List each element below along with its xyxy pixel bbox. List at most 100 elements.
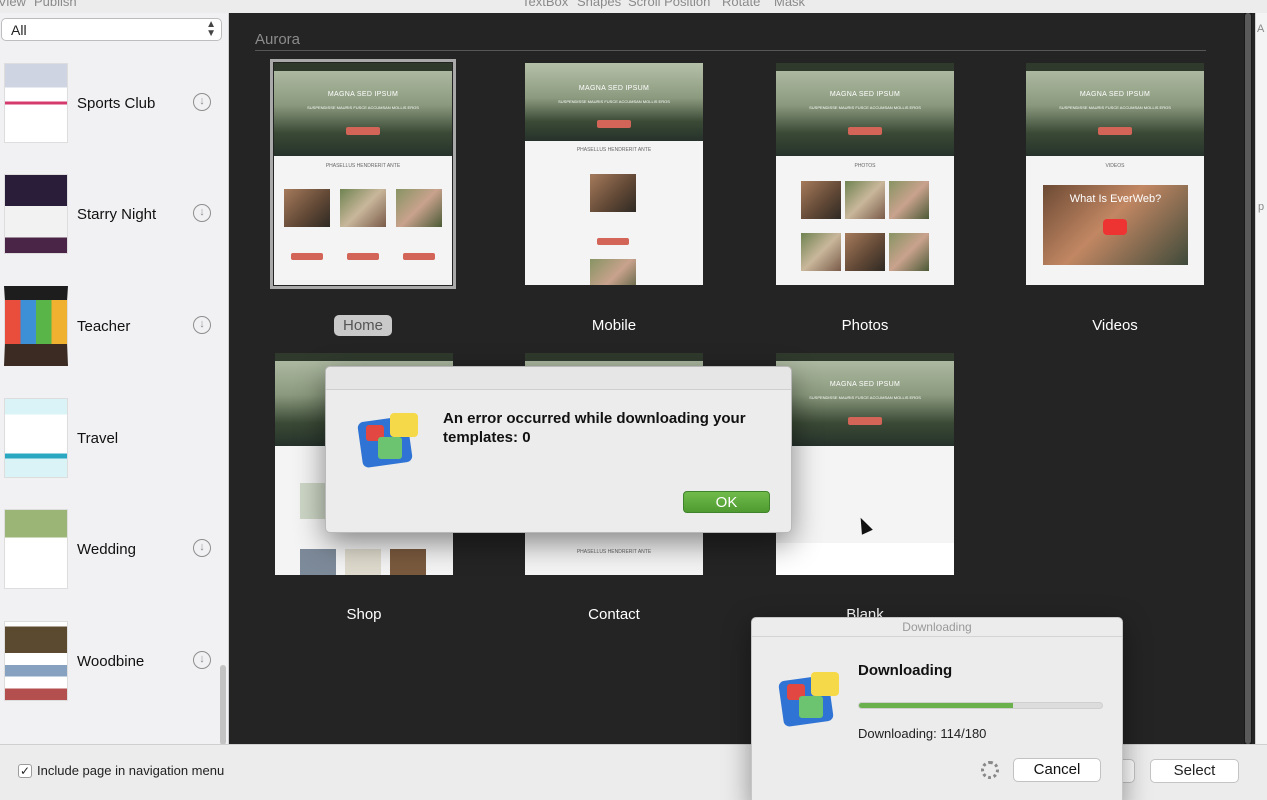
- thumb-hero-title: MAGNA SED IPSUM: [327, 91, 399, 98]
- spinner-icon: [981, 761, 999, 779]
- thumb-hero-subtitle: SUSPENDISSE MAURIS FUSCE ACCUMSAN MOLLIS…: [307, 105, 419, 110]
- thumb-photo: [345, 549, 381, 575]
- thumb-photo: [590, 259, 636, 285]
- page-thumb-home[interactable]: MAGNA SED IPSUM SUSPENDISSE MAURIS FUSCE…: [270, 59, 456, 289]
- include-nav-checkbox[interactable]: ✓: [18, 764, 32, 778]
- thumb-hero-title: MAGNA SED IPSUM: [578, 85, 650, 92]
- thumb-hero-subtitle: SUSPENDISSE MAURIS FUSCE ACCUMSAN MOLLIS…: [809, 105, 921, 110]
- download-arrow-icon[interactable]: ↓: [193, 204, 211, 222]
- download-status: Downloading: 114/180: [858, 726, 987, 741]
- template-thumbnail: [4, 286, 68, 366]
- sidebar-item-teacher[interactable]: Teacher ↓: [0, 286, 220, 386]
- play-icon: [1103, 219, 1127, 235]
- template-thumbnail: [4, 509, 68, 589]
- template-filter-select[interactable]: All ▲ ▼: [1, 18, 222, 41]
- template-thumbnail: [4, 621, 68, 701]
- thumb-hero: MAGNA SED IPSUM SUSPENDISSE MAURIS FUSCE…: [776, 63, 954, 156]
- inspector-edge-text-a: A: [1257, 23, 1265, 35]
- download-heading: Downloading: [858, 662, 953, 679]
- thumb-photo: [845, 181, 885, 219]
- thumb-hero-button: [848, 417, 882, 425]
- sidebar-item-travel[interactable]: Travel: [0, 398, 220, 498]
- thumb-hero-title: MAGNA SED IPSUM: [829, 381, 901, 388]
- menu-rotate[interactable]: Rotate: [722, 0, 760, 9]
- sidebar-item-sports-club[interactable]: Sports Club ↓: [0, 63, 220, 163]
- thumb-video-title: What Is EverWeb?: [1069, 193, 1162, 205]
- thumb-hero: MAGNA SED IPSUM SUSPENDISSE MAURIS FUSCE…: [525, 63, 703, 141]
- download-window: Downloading Downloading Downloading: 114…: [751, 617, 1123, 800]
- template-thumbnail: [4, 174, 68, 254]
- thumb-photo: [889, 233, 929, 271]
- main-scrollbar-thumb[interactable]: [1245, 13, 1251, 744]
- menu-mask[interactable]: Mask: [774, 0, 805, 9]
- thumb-button: [597, 238, 629, 245]
- sidebar-item-starry-night[interactable]: Starry Night ↓: [0, 174, 220, 274]
- menu-view[interactable]: View: [0, 0, 26, 9]
- sidebar-scrollbar[interactable]: [220, 665, 226, 744]
- thumb-photo: [340, 189, 386, 227]
- page-label-mobile[interactable]: Mobile: [525, 317, 703, 334]
- error-message: An error occurred while downloading your…: [443, 410, 746, 446]
- inspector-edge: A p: [1255, 13, 1267, 744]
- download-arrow-icon[interactable]: ↓: [193, 651, 211, 669]
- template-thumbnail: [4, 63, 68, 143]
- download-arrow-icon[interactable]: ↓: [193, 93, 211, 111]
- menu-bar: View Publish TextBox Shapes Scroll Posit…: [0, 0, 1267, 13]
- thumb-body-heading: PHASELLUS HENDRERIT ANTE: [325, 163, 401, 169]
- page-thumb-photos[interactable]: MAGNA SED IPSUM SUSPENDISSE MAURIS FUSCE…: [776, 63, 954, 285]
- thumb-hero-title: MAGNA SED IPSUM: [1079, 91, 1151, 98]
- page-label-shop[interactable]: Shop: [275, 606, 453, 623]
- thumb-button: [403, 253, 435, 260]
- thumb-body-heading: PHASELLUS HENDRERIT ANTE: [576, 549, 652, 555]
- download-progress-bar: [858, 702, 1103, 709]
- page-thumb-videos[interactable]: MAGNA SED IPSUM SUSPENDISSE MAURIS FUSCE…: [1026, 63, 1204, 285]
- template-sidebar: All ▲ ▼ Sports Club ↓ Starry Night ↓ Teac…: [0, 13, 229, 744]
- app-icon: [778, 670, 841, 730]
- thumb-nav: [776, 63, 954, 71]
- section-title: Aurora: [255, 31, 301, 48]
- menu-textbox[interactable]: TextBox: [522, 0, 568, 9]
- page-label-videos[interactable]: Videos: [1026, 317, 1204, 334]
- thumb-photo: [889, 181, 929, 219]
- app-icon: [357, 411, 420, 471]
- thumb-button: [347, 253, 379, 260]
- page-thumb-mobile[interactable]: MAGNA SED IPSUM SUSPENDISSE MAURIS FUSCE…: [525, 63, 703, 285]
- thumb-hero: MAGNA SED IPSUM SUSPENDISSE MAURIS FUSCE…: [1026, 63, 1204, 156]
- icon-yellow-tile: [390, 413, 418, 437]
- sidebar-item-wedding[interactable]: Wedding ↓: [0, 509, 220, 609]
- thumb-photo-row: [284, 189, 442, 277]
- download-arrow-icon[interactable]: ↓: [193, 539, 211, 557]
- cancel-button[interactable]: Cancel: [1013, 758, 1101, 782]
- thumb-hero-button: [597, 120, 631, 128]
- page-label-home[interactable]: Home: [274, 315, 452, 336]
- thumb-nav: [275, 353, 453, 361]
- menu-shapes[interactable]: Shapes: [577, 0, 621, 9]
- icon-green-tile: [378, 437, 402, 459]
- select-button[interactable]: Select: [1150, 759, 1239, 783]
- thumb-hero-title: MAGNA SED IPSUM: [829, 91, 901, 98]
- thumb-photo: [284, 189, 330, 227]
- menu-publish[interactable]: Publish: [34, 0, 77, 9]
- icon-green-tile: [799, 696, 823, 718]
- thumb-photo: [801, 233, 841, 271]
- download-window-title: Downloading: [752, 618, 1122, 637]
- thumb-nav: [1026, 63, 1204, 71]
- template-name: Wedding: [77, 541, 136, 558]
- icon-yellow-tile: [811, 672, 839, 696]
- main-scrollbar[interactable]: [1244, 13, 1252, 744]
- page-thumb-blank[interactable]: MAGNA SED IPSUM SUSPENDISSE MAURIS FUSCE…: [776, 353, 954, 575]
- sidebar-item-woodbine[interactable]: Woodbine ↓: [0, 621, 220, 721]
- menu-scroll-position[interactable]: Scroll Position: [628, 0, 710, 9]
- download-progress-fill: [859, 703, 1013, 708]
- inspector-edge-text-p: p: [1258, 201, 1265, 213]
- chevron-updown-icon: ▲ ▼: [206, 19, 216, 39]
- ok-button[interactable]: OK: [683, 491, 770, 513]
- thumb-hero-button: [1098, 127, 1132, 135]
- thumb-photo: [801, 181, 841, 219]
- download-arrow-icon[interactable]: ↓: [193, 316, 211, 334]
- template-name: Travel: [77, 430, 119, 447]
- page-label-photos[interactable]: Photos: [776, 317, 954, 334]
- thumb-photos-heading: PHOTOS: [854, 163, 876, 169]
- page-label-contact[interactable]: Contact: [525, 606, 703, 623]
- thumb-videos-heading: VIDEOS: [1105, 163, 1125, 169]
